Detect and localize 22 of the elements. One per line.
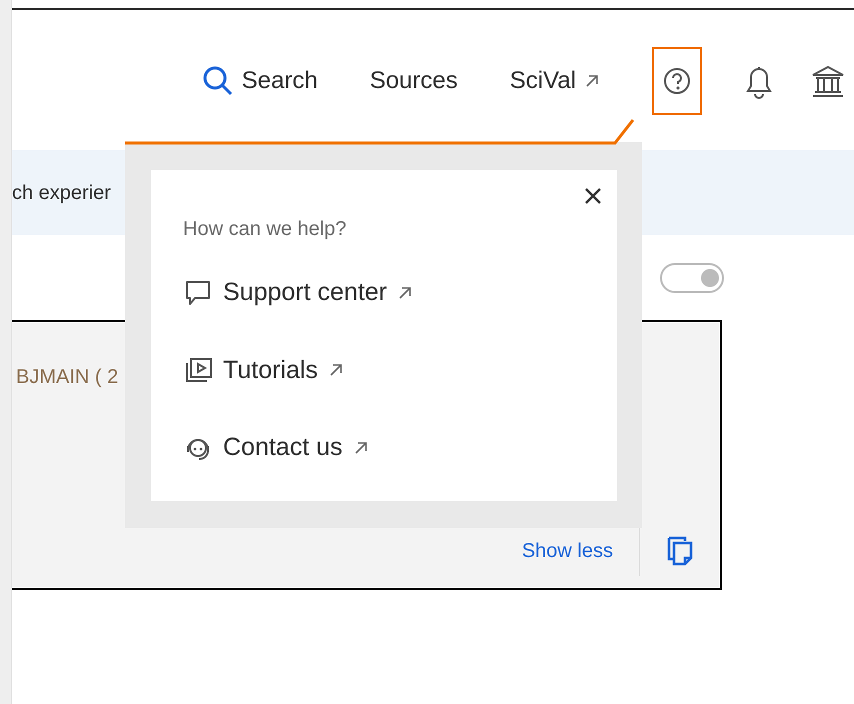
close-icon [583,186,603,206]
nav-link[interactable]: Search [202,63,318,99]
institution-icon [810,64,846,98]
help-menu-link[interactable]: Contact us [183,429,369,466]
nav-link[interactable]: Sources [370,63,458,99]
card-text: BJMAIN ( 2 [16,366,118,388]
external-link-icon [584,73,600,89]
nav-link[interactable]: SciVal [510,63,600,99]
copy-icon[interactable] [666,535,694,567]
show-less-link[interactable]: Show less [522,536,639,566]
help-menu-link[interactable]: Tutorials [183,352,344,389]
external-link-icon [328,362,344,378]
banner-text: ch experier [12,180,111,206]
external-link-icon [397,284,413,301]
toggle-switch[interactable] [660,262,724,292]
help-button[interactable] [652,47,702,115]
popup-heading: How can we help? [183,217,348,242]
help-menu-link[interactable]: Support center [183,274,413,312]
search-icon [202,65,234,97]
help-icon [663,67,691,95]
institution-button[interactable] [810,64,846,98]
external-link-icon [352,440,369,456]
